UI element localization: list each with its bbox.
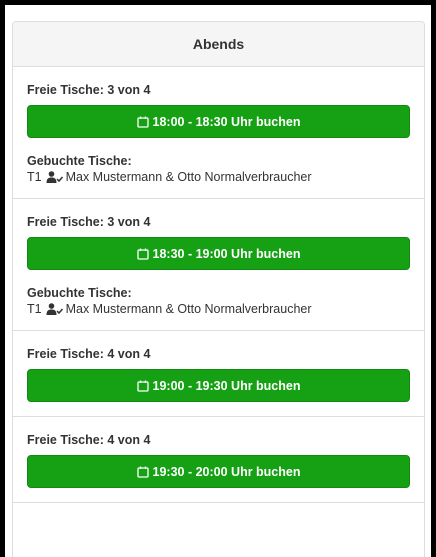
booked-tables: Gebuchte Tische: T1 Max Mustermann & Ott… [27, 154, 410, 184]
evening-panel: Abends Freie Tische: 3 von 4 18:00 - 18:… [12, 21, 425, 557]
book-slot-button[interactable]: 19:30 - 20:00 Uhr buchen [27, 455, 410, 488]
time-slot: Freie Tische: 3 von 4 18:30 - 19:00 Uhr … [13, 199, 424, 331]
guest-names: Max Mustermann & Otto Normalverbraucher [65, 302, 312, 316]
calendar-icon [136, 380, 149, 392]
panel-title: Abends [13, 22, 424, 67]
booked-table-row: T1 Max Mustermann & Otto Normalverbrauch… [27, 302, 410, 316]
free-tables-label: Freie Tische: 4 von 4 [27, 347, 151, 361]
book-slot-button[interactable]: 18:30 - 19:00 Uhr buchen [27, 237, 410, 270]
book-slot-label: 19:00 - 19:30 Uhr buchen [152, 378, 301, 393]
book-slot-label: 19:30 - 20:00 Uhr buchen [152, 464, 301, 479]
booked-tables-label: Gebuchte Tische: [27, 154, 132, 168]
book-slot-button[interactable]: 19:00 - 19:30 Uhr buchen [27, 369, 410, 402]
time-slot: Freie Tische: 4 von 4 19:30 - 20:00 Uhr … [13, 417, 424, 503]
user-check-icon [46, 303, 63, 315]
time-slot: Freie Tische: 3 von 4 18:00 - 18:30 Uhr … [13, 67, 424, 199]
guest-names: Max Mustermann & Otto Normalverbraucher [65, 170, 312, 184]
user-check-icon [46, 171, 63, 183]
page-frame: Abends Freie Tische: 3 von 4 18:00 - 18:… [5, 5, 431, 557]
time-slot: Freie Tische: 4 von 4 19:00 - 19:30 Uhr … [13, 331, 424, 417]
free-tables-label: Freie Tische: 4 von 4 [27, 433, 151, 447]
calendar-icon [136, 466, 149, 478]
booked-tables: Gebuchte Tische: T1 Max Mustermann & Ott… [27, 286, 410, 316]
free-tables-label: Freie Tische: 3 von 4 [27, 215, 151, 229]
booked-tables-label: Gebuchte Tische: [27, 286, 132, 300]
calendar-icon [136, 248, 149, 260]
free-tables-label: Freie Tische: 3 von 4 [27, 83, 151, 97]
booked-table-row: T1 Max Mustermann & Otto Normalverbrauch… [27, 170, 410, 184]
calendar-icon [136, 116, 149, 128]
table-id: T1 [27, 170, 42, 184]
book-slot-button[interactable]: 18:00 - 18:30 Uhr buchen [27, 105, 410, 138]
table-id: T1 [27, 302, 42, 316]
book-slot-label: 18:30 - 19:00 Uhr buchen [152, 246, 301, 261]
book-slot-label: 18:00 - 18:30 Uhr buchen [152, 114, 301, 129]
